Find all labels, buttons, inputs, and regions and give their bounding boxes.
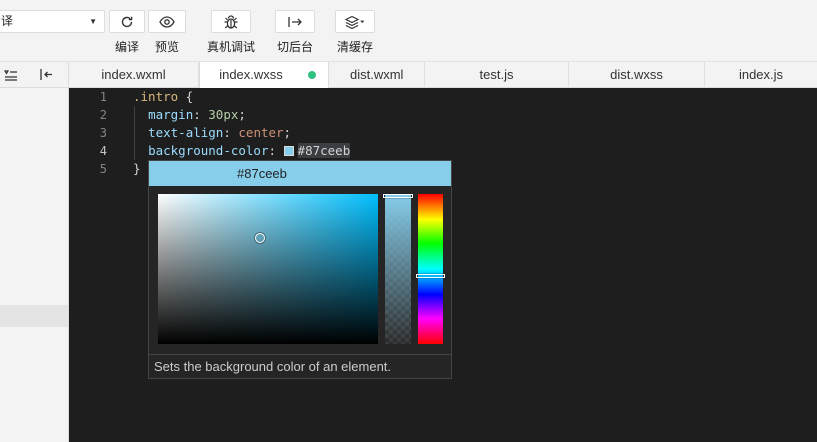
css-value-selected: #87ceeb: [297, 143, 351, 158]
refresh-icon: [121, 16, 133, 27]
code-line-3: text-align: center;: [148, 125, 292, 140]
preview-button[interactable]: [148, 10, 186, 33]
css-property: text-align: [148, 125, 224, 140]
tab-dist-wxss[interactable]: dist.wxss: [569, 62, 705, 88]
compile-button[interactable]: [109, 10, 145, 33]
clear-cache-button[interactable]: [335, 10, 375, 33]
open-brace: {: [178, 89, 194, 104]
chevron-down-icon: ▼: [89, 17, 97, 26]
line-number: 5: [99, 162, 107, 176]
css-property: background-color: [148, 143, 269, 158]
tab-label: dist.wxml: [350, 67, 404, 82]
tab-label: dist.wxss: [610, 67, 663, 82]
remote-debug-button[interactable]: [211, 10, 251, 33]
tab-label: index.wxss: [219, 67, 283, 82]
tab-index-js[interactable]: index.js: [705, 62, 817, 88]
compile-label: 编译: [114, 40, 139, 54]
selected-file-row[interactable]: [0, 305, 68, 327]
compile-mode-value: 译: [1, 14, 14, 28]
line-number: 3: [99, 126, 107, 140]
tab-label: index.wxml: [101, 67, 166, 82]
unsaved-indicator: [308, 71, 316, 79]
outline-icon[interactable]: [4, 69, 18, 81]
eye-icon: [159, 15, 175, 28]
line-number: 2: [99, 108, 107, 122]
hue-handle[interactable]: [416, 273, 445, 278]
switch-background-icon: [288, 16, 302, 27]
saturation-brightness-box[interactable]: [158, 194, 378, 344]
preview-label: 预览: [154, 40, 179, 54]
css-property: margin: [148, 107, 194, 122]
tab-test-js[interactable]: test.js: [425, 62, 569, 88]
css-value: center: [238, 125, 284, 140]
clear-cache-label: 清缓存: [336, 40, 373, 54]
editor-tab-bar: index.wxml index.wxss dist.wxml test.js …: [0, 61, 817, 88]
tab-label: index.js: [738, 67, 784, 82]
layers-icon: [344, 15, 365, 29]
opacity-handle[interactable]: [383, 194, 413, 198]
collapse-sidebar-icon[interactable]: [39, 68, 53, 81]
file-explorer-panel: [0, 88, 69, 442]
code-line-1: .intro {: [133, 88, 193, 106]
hue-slider[interactable]: [416, 194, 445, 344]
code-line-4: background-color: #87ceeb: [148, 143, 351, 158]
line-number: 1: [99, 90, 107, 104]
line-number-current: 4: [99, 144, 107, 158]
switch-background-button[interactable]: [275, 10, 315, 33]
saturation-handle[interactable]: [255, 233, 265, 243]
property-description: Sets the background color of an element.: [149, 354, 451, 379]
opacity-slider[interactable]: [383, 194, 413, 344]
main-toolbar: 译 ▼ 编译 预览 真机调试 切后台 清缓存: [0, 0, 817, 61]
tab-label: test.js: [479, 67, 514, 82]
tab-dist-wxml[interactable]: dist.wxml: [329, 62, 425, 88]
bug-icon: [224, 14, 238, 29]
color-preview-header[interactable]: #87ceeb: [149, 161, 451, 186]
switch-background-label: 切后台: [276, 40, 313, 54]
css-selector: .intro: [133, 89, 179, 104]
color-swatch[interactable]: [283, 146, 294, 156]
code-line-2: margin: 30px;: [148, 107, 246, 122]
color-hex-value: #87ceeb: [237, 166, 287, 181]
sidebar-tools: [0, 62, 69, 88]
compile-mode-select[interactable]: 译 ▼: [0, 10, 105, 33]
css-value: 30px: [208, 107, 239, 122]
tab-index-wxml[interactable]: index.wxml: [69, 62, 199, 88]
opacity-gradient: [385, 194, 411, 344]
tab-index-wxss[interactable]: index.wxss: [199, 62, 329, 88]
code-line-5: }: [133, 161, 141, 176]
color-picker-popup: #87ceeb Sets the background color of an …: [148, 160, 452, 379]
remote-debug-label: 真机调试: [206, 40, 255, 54]
